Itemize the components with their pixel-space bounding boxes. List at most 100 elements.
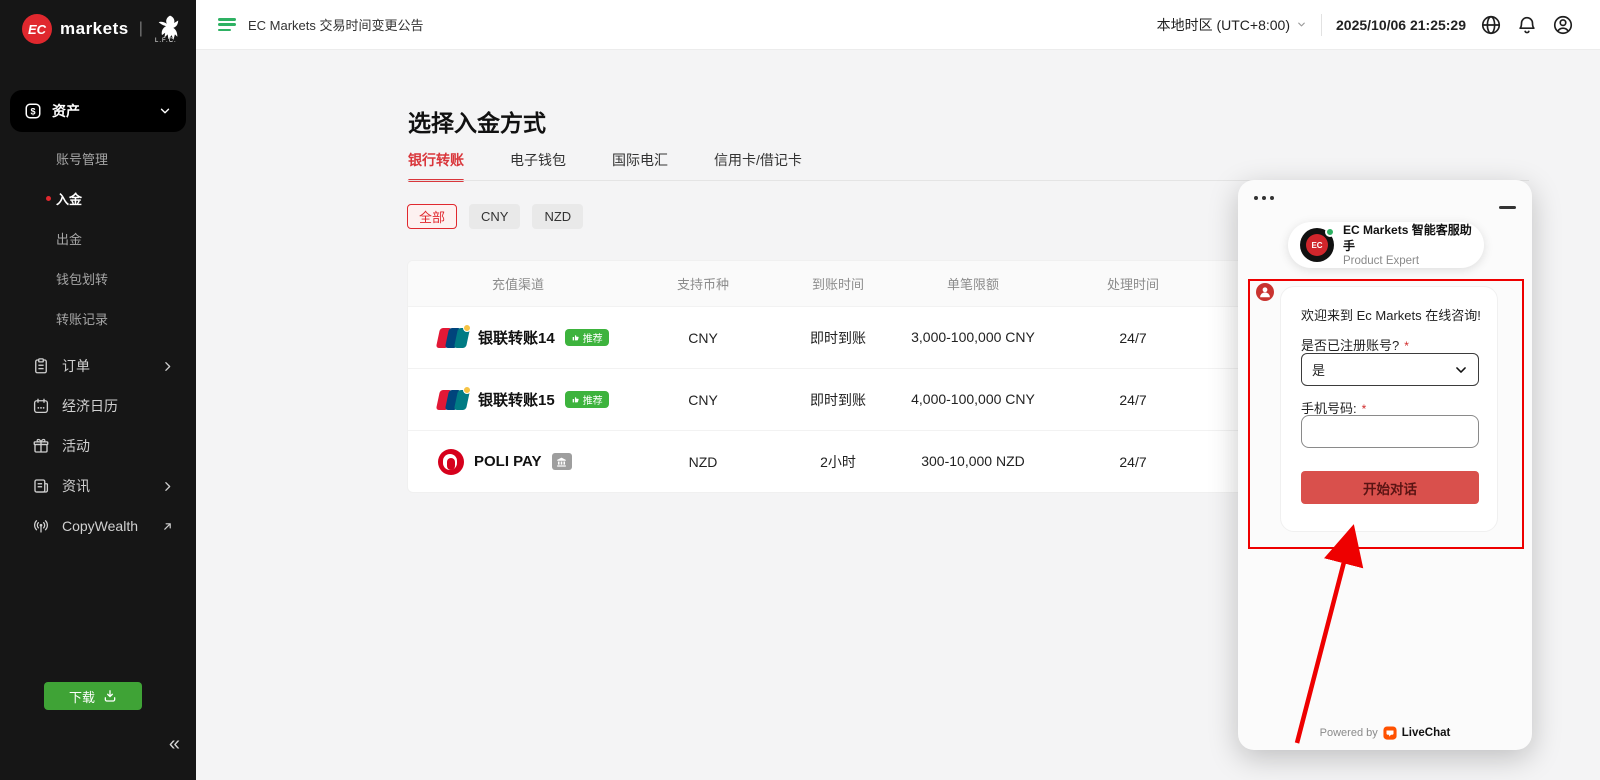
channel-name: 银联转账14 — [478, 327, 555, 348]
top-header: EC Markets 交易时间变更公告 本地时区 (UTC+8:00) 2025… — [196, 0, 1600, 50]
dollar-square-icon: $ — [24, 102, 42, 120]
sidebar-item-account-management[interactable]: 账号管理 — [0, 138, 196, 178]
ec-logo-icon: EC — [22, 14, 52, 44]
filter-nzd[interactable]: NZD — [532, 204, 583, 229]
download-icon — [103, 689, 117, 703]
cell-processing: 24/7 — [1048, 392, 1218, 408]
required-asterisk: * — [1362, 402, 1367, 416]
thumbs-up-icon — [571, 395, 580, 404]
recommended-badge: 推荐 — [565, 329, 609, 346]
sidebar-item-label: 经济日历 — [62, 396, 174, 416]
powered-by-label: Powered by — [1320, 727, 1378, 739]
agent-avatar-initials: EC — [1306, 234, 1328, 256]
currency-filters: 全部 CNY NZD — [407, 204, 583, 229]
sidebar-group-assets[interactable]: $ 资产 — [10, 90, 186, 132]
agent-name: EC Markets 智能客服助手 — [1343, 223, 1472, 254]
filter-all[interactable]: 全部 — [407, 204, 457, 229]
agent-role: Product Expert — [1343, 255, 1472, 267]
cell-arrival: 即时到账 — [778, 390, 898, 410]
phone-input[interactable] — [1301, 415, 1479, 448]
pre-chat-form: 欢迎来到 Ec Markets 在线咨询! 是否已注册账号?* 是 手机号码:*… — [1280, 286, 1498, 532]
tab-bank-transfer[interactable]: 银行转账 — [408, 150, 464, 182]
filter-cny[interactable]: CNY — [469, 204, 520, 229]
sidebar-item-deposit[interactable]: 入金 — [0, 178, 196, 218]
sidebar-collapse-icon[interactable]: « — [169, 734, 180, 754]
cell-processing: 24/7 — [1048, 330, 1218, 346]
cell-limit: 300-10,000 NZD — [908, 451, 1038, 472]
selected-option: 是 — [1312, 360, 1325, 379]
clipboard-icon — [32, 357, 50, 375]
recommended-badge: 推荐 — [565, 391, 609, 408]
sidebar-subitems: 账号管理 入金 出金 钱包划转 转账记录 — [0, 138, 196, 338]
liver-bird-icon — [153, 14, 179, 40]
agent-card: EC EC Markets 智能客服助手 Product Expert — [1288, 222, 1484, 268]
header-divider — [1321, 14, 1322, 36]
sidebar-item-label: 入金 — [56, 189, 82, 208]
news-icon — [32, 477, 50, 495]
poli-pay-icon — [438, 449, 464, 475]
bank-badge — [552, 453, 572, 470]
cell-processing: 24/7 — [1048, 454, 1218, 470]
required-asterisk: * — [1404, 339, 1409, 353]
language-globe-icon[interactable] — [1480, 14, 1502, 36]
livechat-icon — [1383, 726, 1397, 740]
chat-menu-icon[interactable] — [1254, 196, 1274, 200]
registered-question-label: 是否已注册账号?* — [1301, 335, 1409, 354]
col-header-channel: 充值渠道 — [408, 274, 628, 293]
lfc-label: L.F.C. — [155, 38, 177, 44]
external-link-icon — [161, 520, 174, 533]
announcement-link[interactable]: EC Markets 交易时间变更公告 — [248, 15, 424, 34]
chat-minimize-icon[interactable] — [1499, 206, 1516, 209]
chat-footer: Powered by LiveChat — [1238, 726, 1532, 740]
gift-icon — [32, 437, 50, 455]
cell-currency: NZD — [628, 454, 778, 470]
unionpay-icon — [438, 390, 468, 410]
col-header-processing: 处理时间 — [1048, 274, 1218, 293]
unionpay-icon — [438, 328, 468, 348]
sidebar-item-label: 活动 — [62, 436, 174, 456]
cell-limit: 3,000-100,000 CNY — [908, 327, 1038, 348]
cell-currency: CNY — [628, 392, 778, 408]
timezone-label: 本地时区 (UTC+8:00) — [1157, 15, 1290, 35]
sidebar-item-copywealth[interactable]: CopyWealth — [0, 506, 196, 546]
sidebar-item-wallet-transfer[interactable]: 钱包划转 — [0, 258, 196, 298]
notification-bell-icon[interactable] — [1516, 14, 1538, 36]
datetime-display: 2025/10/06 21:25:29 — [1336, 17, 1466, 33]
sidebar-item-news[interactable]: 资讯 — [0, 466, 196, 506]
sidebar-item-orders[interactable]: 订单 — [0, 346, 196, 386]
livechat-label[interactable]: LiveChat — [1402, 727, 1451, 739]
registered-select[interactable]: 是 — [1301, 353, 1479, 386]
active-dot — [46, 196, 51, 201]
sidebar-item-label: 资讯 — [62, 476, 161, 496]
start-chat-button[interactable]: 开始对话 — [1301, 471, 1479, 504]
tab-ewallet[interactable]: 电子钱包 — [510, 150, 566, 182]
download-button[interactable]: 下载 — [44, 682, 142, 710]
tab-international-wire[interactable]: 国际电汇 — [612, 150, 668, 182]
livechat-widget: EC EC Markets 智能客服助手 Product Expert 欢迎来到… — [1238, 180, 1532, 750]
agent-avatar: EC — [1300, 228, 1334, 262]
cell-arrival: 即时到账 — [778, 328, 898, 348]
badge-label: 推荐 — [583, 330, 603, 345]
channel-name: POLI PAY — [474, 453, 542, 470]
sidebar-item-label: 订单 — [62, 356, 161, 376]
timezone-selector[interactable]: 本地时区 (UTC+8:00) — [1157, 15, 1307, 35]
bank-icon — [556, 456, 567, 467]
deposit-method-tabs: 银行转账 电子钱包 国际电汇 信用卡/借记卡 — [408, 150, 802, 182]
cell-limit: 4,000-100,000 CNY — [908, 389, 1038, 410]
hamburger-menu-icon[interactable] — [218, 18, 236, 31]
lfc-logo: L.F.C. — [153, 14, 179, 44]
page-title: 选择入金方式 — [408, 104, 546, 138]
sidebar-item-label: 转账记录 — [56, 309, 108, 328]
user-account-icon[interactable] — [1552, 14, 1574, 36]
tab-credit-debit-card[interactable]: 信用卡/借记卡 — [714, 150, 802, 182]
sidebar-item-activities[interactable]: 活动 — [0, 426, 196, 466]
col-header-currency: 支持币种 — [628, 274, 778, 293]
sidebar-item-economic-calendar[interactable]: 经济日历 — [0, 386, 196, 426]
brand-logo: EC markets | L.F.C. — [0, 0, 196, 44]
col-header-arrival: 到账时间 — [778, 274, 898, 293]
sidebar-item-withdraw[interactable]: 出金 — [0, 218, 196, 258]
sidebar-item-label: CopyWealth — [62, 518, 161, 534]
sidebar-item-transfer-records[interactable]: 转账记录 — [0, 298, 196, 338]
sidebar-group-label: 资产 — [52, 101, 158, 121]
download-label: 下载 — [69, 687, 95, 706]
